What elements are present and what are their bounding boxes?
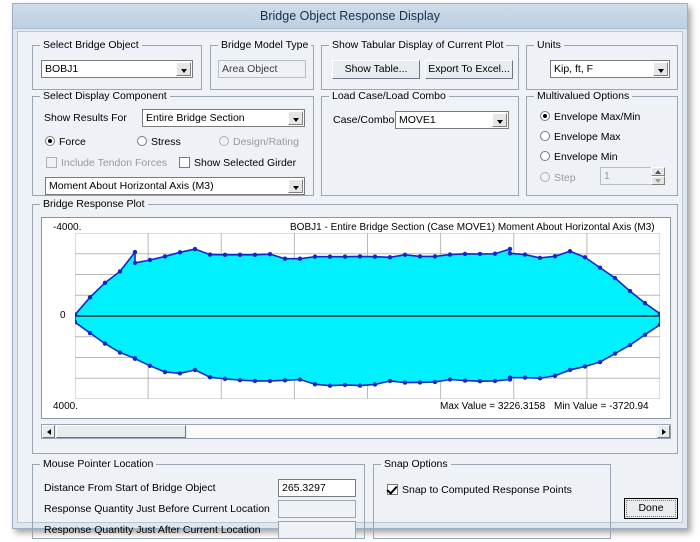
checkbox-include-tendon-forces: Include Tendon Forces xyxy=(46,157,167,169)
chevron-down-icon[interactable] xyxy=(492,113,507,127)
case-combo-select[interactable]: MOVE1 xyxy=(395,111,509,129)
show-results-for-select[interactable]: Entire Bridge Section xyxy=(142,109,305,127)
radio-design-rating: Design/Rating xyxy=(219,136,299,148)
group-label-select-display-component: Select Display Component xyxy=(40,90,170,102)
radio-envelope-max[interactable]: Envelope Max xyxy=(540,131,621,143)
group-label-select-bridge-object: Select Bridge Object xyxy=(40,39,142,51)
show-results-for-value: Entire Bridge Section xyxy=(146,112,245,124)
plot-graphics xyxy=(72,232,663,400)
distance-from-start-label: Distance From Start of Bridge Object xyxy=(44,482,216,494)
spinner-up-icon xyxy=(651,167,665,176)
group-select-bridge-object: Select Bridge Object BOBJ1 xyxy=(32,39,202,90)
done-button[interactable]: Done xyxy=(624,498,678,519)
group-label-show-tabular-display: Show Tabular Display of Current Plot xyxy=(329,39,507,51)
group-multivalued-options: Multivalued Options Envelope Max/Min Env… xyxy=(526,90,678,196)
chevron-down-icon[interactable] xyxy=(653,62,668,76)
scroll-right-arrow-icon[interactable] xyxy=(657,425,670,438)
scroll-left-arrow-icon[interactable] xyxy=(42,425,55,438)
distance-from-start-value: 265.3297 xyxy=(282,482,326,494)
group-select-display-component: Select Display Component Show Results Fo… xyxy=(32,90,314,196)
spinner-down-icon xyxy=(651,176,665,185)
screen: Bridge Object Response Display Select Br… xyxy=(0,0,700,542)
title-bar: Bridge Object Response Display xyxy=(13,4,687,29)
case-combo-label: Case/Combo xyxy=(333,114,395,126)
response-component-value: Moment About Horizontal Axis (M3) xyxy=(49,180,214,192)
y-axis-top-label: -4000. xyxy=(53,222,82,233)
chevron-down-icon[interactable] xyxy=(176,62,191,76)
y-axis-zero-label: 0 xyxy=(60,310,66,321)
checkbox-show-selected-girder[interactable]: Show Selected Girder xyxy=(179,157,296,169)
bridge-object-select[interactable]: BOBJ1 xyxy=(41,60,193,78)
response-component-select[interactable]: Moment About Horizontal Axis (M3) xyxy=(45,177,305,195)
group-label-snap-options: Snap Options xyxy=(381,458,451,470)
plot-title: BOBJ1 - Entire Bridge Section (Case MOVE… xyxy=(290,222,655,233)
response-before-label: Response Quantity Just Before Current Lo… xyxy=(44,503,270,515)
dialog-client-area: Select Bridge Object BOBJ1 Bridge Model … xyxy=(17,31,683,539)
radio-force[interactable]: Force xyxy=(45,136,86,148)
group-bridge-model-type: Bridge Model Type Area Object xyxy=(210,39,314,90)
envelope-area-chart xyxy=(72,232,663,400)
group-show-tabular-display: Show Tabular Display of Current Plot Sho… xyxy=(321,39,519,90)
show-results-for-label: Show Results For xyxy=(44,112,127,124)
plot-max-value-text: Max Value = 3226.3158 xyxy=(440,401,546,412)
response-before-field xyxy=(278,500,356,518)
group-label-units: Units xyxy=(534,39,564,51)
distance-from-start-field[interactable]: 265.3297 xyxy=(278,479,356,497)
plot-horizontal-scrollbar[interactable] xyxy=(41,424,671,439)
bridge-object-value: BOBJ1 xyxy=(45,63,79,75)
group-label-mouse-pointer-location: Mouse Pointer Location xyxy=(40,458,157,470)
chevron-down-icon[interactable] xyxy=(288,111,303,125)
scrollbar-thumb[interactable] xyxy=(56,425,186,438)
step-value-field: 1 xyxy=(600,167,652,185)
case-combo-value: MOVE1 xyxy=(399,114,436,126)
group-bridge-response-plot: Bridge Response Plot BOBJ1 - Entire Brid… xyxy=(32,198,678,454)
group-snap-options: Snap Options Snap to Computed Response P… xyxy=(373,458,611,539)
dialog-window: Bridge Object Response Display Select Br… xyxy=(12,3,688,539)
show-table-button[interactable]: Show Table... xyxy=(332,60,420,79)
checkbox-snap-to-computed-response-points[interactable]: Snap to Computed Response Points xyxy=(387,484,572,496)
units-value: Kip, ft, F xyxy=(554,63,594,75)
radio-envelope-max-min[interactable]: Envelope Max/Min xyxy=(540,111,640,123)
group-label-bridge-response-plot: Bridge Response Plot xyxy=(40,198,148,210)
group-load-case: Load Case/Load Combo Case/Combo MOVE1 xyxy=(321,90,519,196)
group-label-bridge-model-type: Bridge Model Type xyxy=(218,39,312,51)
export-to-excel-button[interactable]: Export To Excel... xyxy=(425,60,513,79)
bridge-model-type-value: Area Object xyxy=(218,60,306,78)
radio-step: Step xyxy=(540,172,576,184)
response-after-label: Response Quantity Just After Current Loc… xyxy=(44,524,261,536)
group-units: Units Kip, ft, F xyxy=(526,39,678,90)
y-axis-bottom-label: 4000. xyxy=(53,401,79,412)
response-plot-canvas[interactable]: BOBJ1 - Entire Bridge Section (Case MOVE… xyxy=(41,217,671,419)
radio-envelope-min[interactable]: Envelope Min xyxy=(540,151,618,163)
window-title: Bridge Object Response Display xyxy=(260,9,440,23)
response-after-field xyxy=(278,521,356,539)
group-label-multivalued-options: Multivalued Options xyxy=(534,90,633,102)
radio-stress[interactable]: Stress xyxy=(137,136,181,148)
group-mouse-pointer-location: Mouse Pointer Location Distance From Sta… xyxy=(32,458,365,539)
units-select[interactable]: Kip, ft, F xyxy=(550,60,670,78)
scrollbar-track[interactable] xyxy=(187,425,656,438)
step-spinner xyxy=(651,167,665,185)
done-button-label: Done xyxy=(626,500,676,517)
group-label-load-case: Load Case/Load Combo xyxy=(329,90,449,102)
chevron-down-icon[interactable] xyxy=(288,179,303,193)
plot-min-value-text: Min Value = -3720.94 xyxy=(554,401,649,412)
